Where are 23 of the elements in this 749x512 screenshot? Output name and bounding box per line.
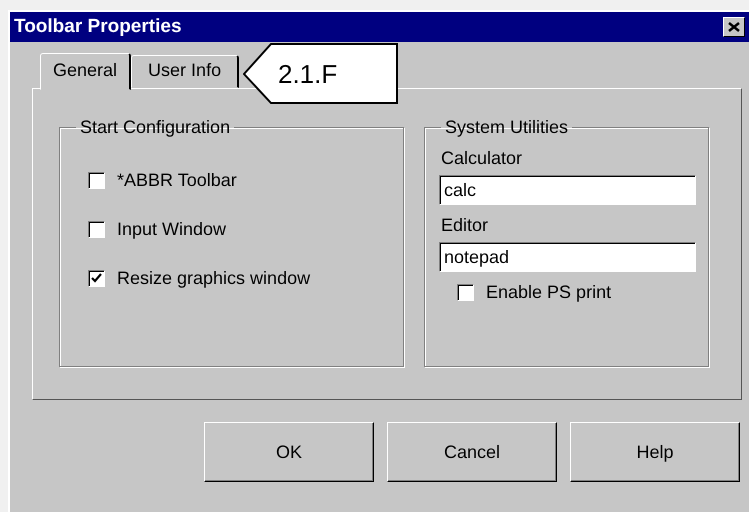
tab[interactable]: General xyxy=(40,53,132,90)
checkbox[interactable] xyxy=(457,284,474,301)
checkbox[interactable] xyxy=(88,221,105,238)
checkbox-label: Input Window xyxy=(117,219,226,240)
field-label: Editor xyxy=(441,215,490,236)
field-label: Calculator xyxy=(441,148,524,169)
window-title: Toolbar Properties xyxy=(14,16,182,38)
dialog-button[interactable]: Cancel xyxy=(387,422,557,482)
checkbox-label: Enable PS print xyxy=(486,282,612,303)
input-field[interactable]: notepad xyxy=(439,242,696,272)
tab[interactable]: User Info xyxy=(131,55,240,88)
input-field[interactable]: calc xyxy=(439,175,696,205)
dialog-button[interactable]: Help xyxy=(570,422,740,482)
close-button[interactable] xyxy=(723,17,745,37)
callout-label: 2.1.F xyxy=(278,59,338,90)
group-title: System Utilities xyxy=(444,117,570,138)
close-icon xyxy=(728,22,740,32)
checkbox-label: Resize graphics window xyxy=(117,268,310,289)
checkbox[interactable] xyxy=(88,270,105,287)
checkbox-label: *ABBR Toolbar xyxy=(117,170,237,191)
dialog-button[interactable]: OK xyxy=(204,422,374,482)
checkbox[interactable] xyxy=(88,172,105,189)
group-title: Start Configuration xyxy=(79,117,232,138)
